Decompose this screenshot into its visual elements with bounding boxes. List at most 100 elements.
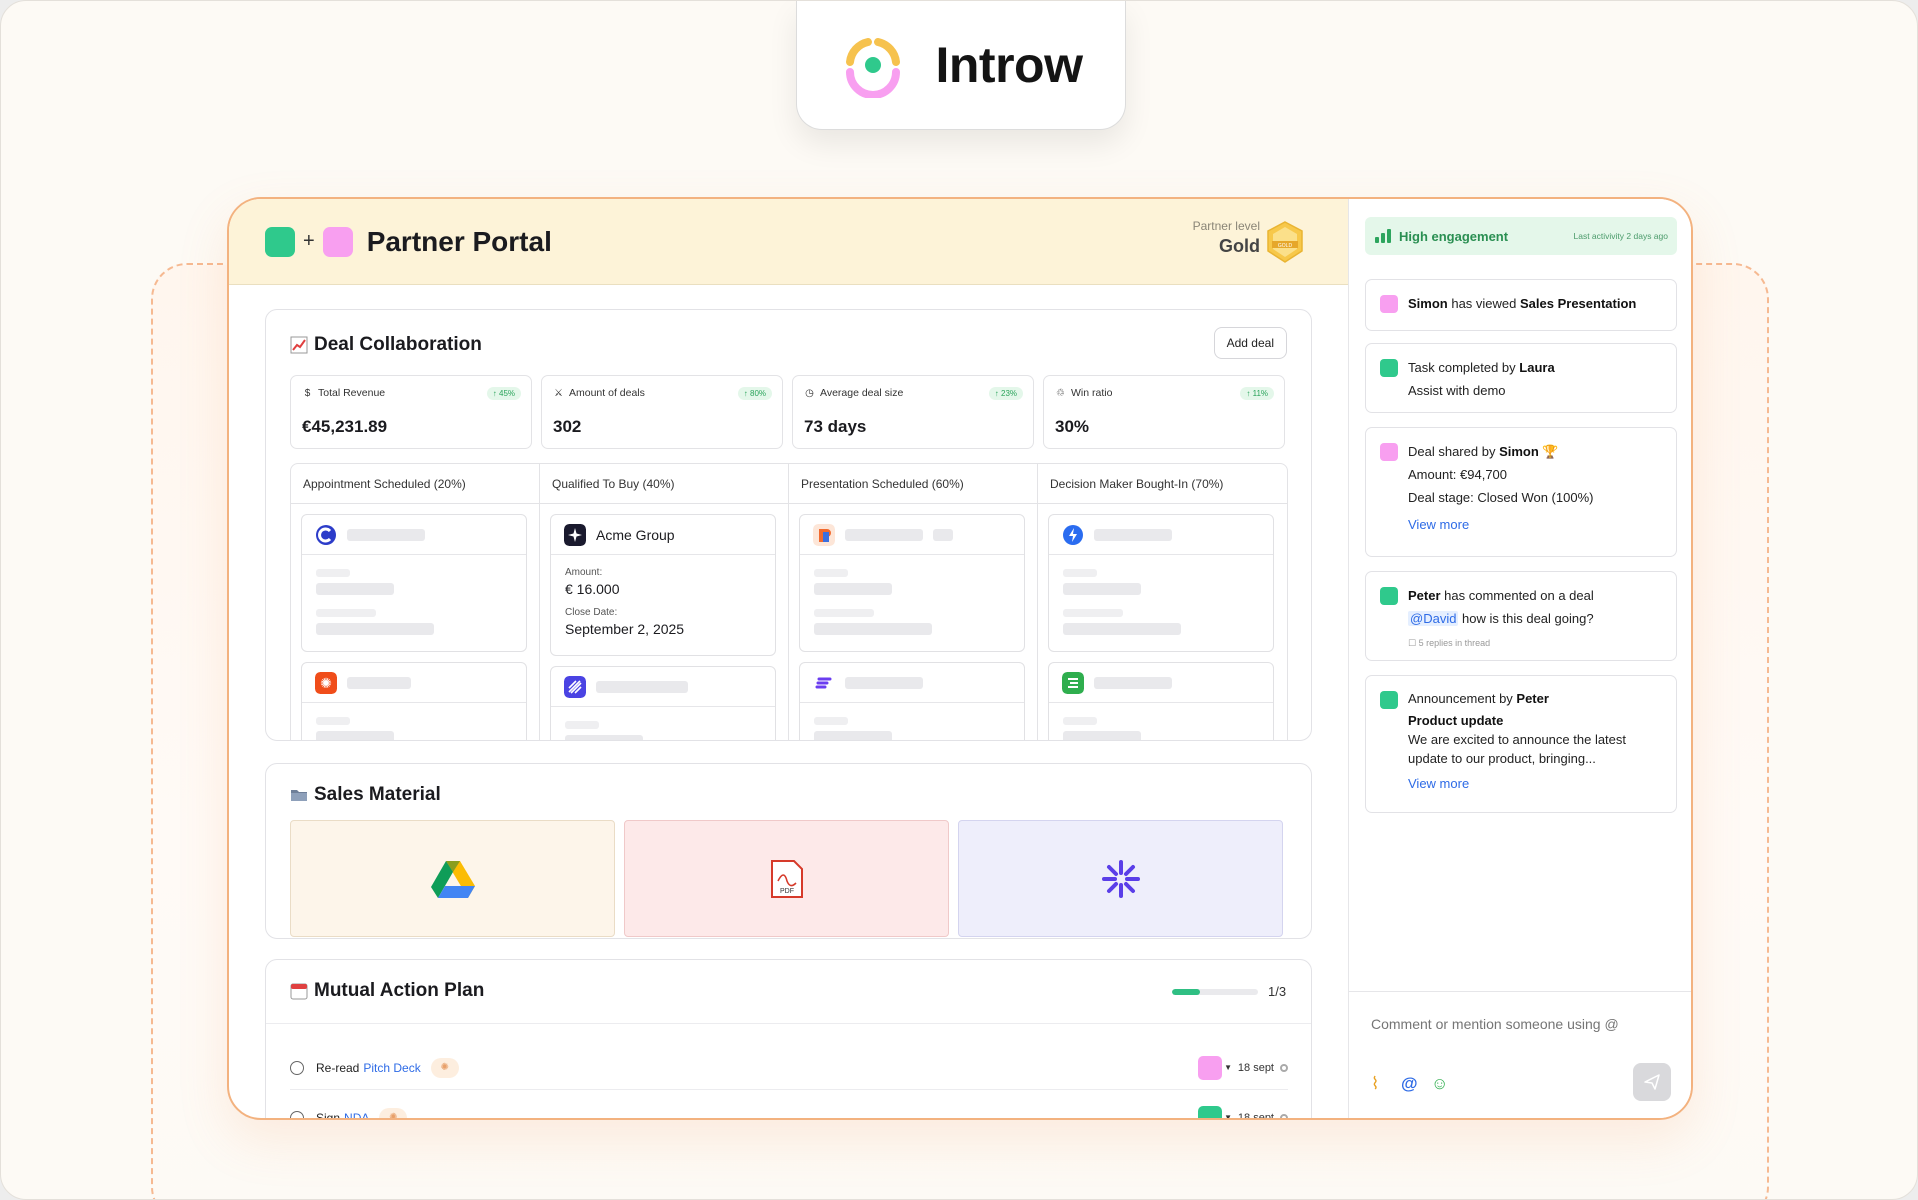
comment-composer: ⌇ @ ☺ — [1349, 991, 1691, 1118]
task-due-date: 18 sept — [1237, 1061, 1274, 1074]
pipeline-column: Presentation Scheduled (60%) — [789, 464, 1038, 740]
amount-label: Amount: — [565, 567, 603, 578]
deal-card[interactable]: ✺ — [301, 662, 527, 740]
announcement-body: We are excited to announce the latest up… — [1408, 732, 1627, 766]
action-plan-progress-text: 1/3 — [1268, 984, 1287, 999]
svg-text:✺: ✺ — [320, 676, 332, 692]
main-content: Deal Collaboration Add deal $ Total Reven… — [229, 285, 1348, 1120]
app-window: + Partner Portal Partner level Gold GOLD… — [227, 197, 1693, 1120]
pdf-icon: PDF — [770, 859, 803, 898]
emoji-icon[interactable]: ☺ — [1431, 1074, 1448, 1094]
view-more-link[interactable]: View more — [1408, 774, 1469, 793]
sparkle-chip-icon[interactable]: ✺ — [430, 1057, 459, 1078]
kpi-card-win-ratio: ♲ Win ratio ↑ 11% 30% — [1043, 375, 1285, 449]
action-plan-title: Mutual Action Plan — [314, 980, 485, 1001]
avatar — [1380, 587, 1398, 605]
send-button[interactable] — [1633, 1063, 1671, 1101]
column-header: Decision Maker Bought-In (70%) — [1038, 464, 1287, 504]
partner-level: Partner level Gold — [1193, 219, 1260, 257]
gold-badge-icon: GOLD — [1267, 221, 1303, 263]
activity-actor: Simon — [1499, 444, 1539, 459]
kpi-label: Average deal size — [820, 387, 904, 399]
activity-text: Task completed by — [1408, 360, 1520, 375]
kpi-label: Win ratio — [1071, 387, 1113, 399]
kpi-change-badge: ↑ 11% — [1240, 387, 1274, 400]
chevron-down-icon[interactable]: ▼ — [1224, 1063, 1232, 1072]
task-checkbox[interactable] — [290, 1060, 304, 1075]
activity-text: Deal shared by — [1408, 444, 1500, 459]
activity-detail: Assist with demo — [1408, 383, 1506, 398]
company-logo-icon: ✺ — [315, 671, 337, 694]
deal-card[interactable] — [799, 662, 1025, 740]
handshake-icon: ⚔ — [554, 387, 563, 399]
view-more-link[interactable]: View more — [1408, 513, 1469, 536]
bolt-logo-icon — [1063, 524, 1083, 545]
task-text: Re-read — [316, 1060, 360, 1075]
kpi-card-deals: ⚔ Amount of deals ↑ 80% 302 — [541, 375, 783, 449]
section-heading: Mutual Action Plan — [290, 980, 484, 1002]
task-row[interactable]: Sign NDA ✺ ▼ 18 sept — [290, 1096, 1288, 1120]
placeholder-bar — [347, 676, 411, 689]
kpi-value: 30% — [1055, 417, 1090, 436]
last-activity: Last activivity 2 days ago — [1573, 231, 1669, 241]
activity-item[interactable]: Announcement by Peter Product update We … — [1365, 675, 1677, 813]
column-header: Presentation Scheduled (60%) — [789, 464, 1037, 504]
company-logo-icon — [813, 671, 835, 694]
activity-item[interactable]: Deal shared by Simon 🏆 Amount: €94,700 D… — [1365, 427, 1677, 557]
material-google-drive[interactable] — [290, 820, 615, 937]
placeholder-bar — [845, 676, 923, 689]
paperclip-icon[interactable]: ⌇ — [1371, 1074, 1379, 1094]
deal-card[interactable] — [301, 514, 527, 652]
placeholder-bar — [1094, 528, 1172, 541]
kpi-card-revenue: $ Total Revenue ↑ 45% €45,231.89 — [290, 375, 532, 449]
assignee-avatar[interactable] — [1198, 1055, 1222, 1080]
company-logo-icon — [564, 675, 586, 698]
at-mention-icon[interactable]: @ — [1401, 1074, 1418, 1094]
partner-logo-pink — [322, 226, 353, 257]
progress-fill — [1172, 989, 1201, 995]
page-title: Partner Portal — [366, 225, 552, 257]
activity-actor: Simon — [1408, 296, 1448, 311]
activity-item[interactable]: Task completed by Laura Assist with demo — [1365, 343, 1677, 413]
task-row[interactable]: Re-read Pitch Deck ✺ ▼ 18 sept — [290, 1046, 1288, 1090]
kpi-value: 73 days — [804, 417, 867, 436]
activity-item[interactable]: Peter has commented on a deal @David how… — [1365, 571, 1677, 661]
action-plan-progress-bar — [1172, 989, 1258, 995]
task-link[interactable]: Pitch Deck — [363, 1061, 420, 1075]
deal-card[interactable] — [1048, 662, 1274, 740]
pdf-label: PDF — [780, 888, 794, 895]
sales-material-title: Sales Material — [314, 784, 441, 805]
kpi-change-badge: ↑ 45% — [486, 387, 521, 400]
sparkle-chip-icon[interactable]: ✺ — [379, 1107, 408, 1118]
mention-tag[interactable]: @David — [1408, 611, 1459, 626]
avatar — [1380, 359, 1398, 377]
kpi-value: 302 — [553, 417, 582, 436]
section-heading: Sales Material — [290, 784, 441, 806]
task-checkbox[interactable] — [290, 1110, 304, 1118]
task-link[interactable]: NDA — [344, 1111, 369, 1119]
activity-item[interactable]: Simon has viewed Sales Presentation — [1365, 279, 1677, 331]
deal-name: Acme Group — [596, 526, 675, 543]
trophy-icon: ♲ — [1056, 387, 1065, 399]
activity-actor: Peter — [1408, 588, 1441, 603]
assignee-avatar[interactable] — [1198, 1105, 1222, 1118]
company-logo-icon — [813, 523, 835, 546]
activity-text: Announcement by — [1408, 691, 1517, 706]
deal-card[interactable] — [799, 514, 1025, 652]
deal-card-featured[interactable]: Acme Group Amount: € 16.000 Close Date: … — [550, 514, 776, 656]
material-asterisk[interactable] — [958, 820, 1283, 937]
add-deal-button[interactable]: Add deal — [1213, 327, 1287, 359]
deal-card[interactable] — [1048, 514, 1274, 652]
chevron-down-icon[interactable]: ▼ — [1224, 1113, 1232, 1118]
reply-count[interactable]: 5 replies in thread — [1419, 638, 1491, 648]
brand-card: Introw — [796, 1, 1126, 130]
comment-input[interactable] — [1371, 1016, 1671, 1032]
calendar-icon — [290, 983, 308, 1000]
placeholder-bar — [596, 680, 688, 693]
send-icon — [1644, 1074, 1660, 1090]
chart-increasing-icon — [290, 336, 308, 354]
pipeline-column: Appointment Scheduled (20%) ✺ — [291, 464, 540, 740]
material-pdf[interactable]: PDF — [624, 820, 949, 937]
task-due-date: 18 sept — [1237, 1111, 1274, 1120]
deal-card[interactable] — [550, 666, 776, 740]
